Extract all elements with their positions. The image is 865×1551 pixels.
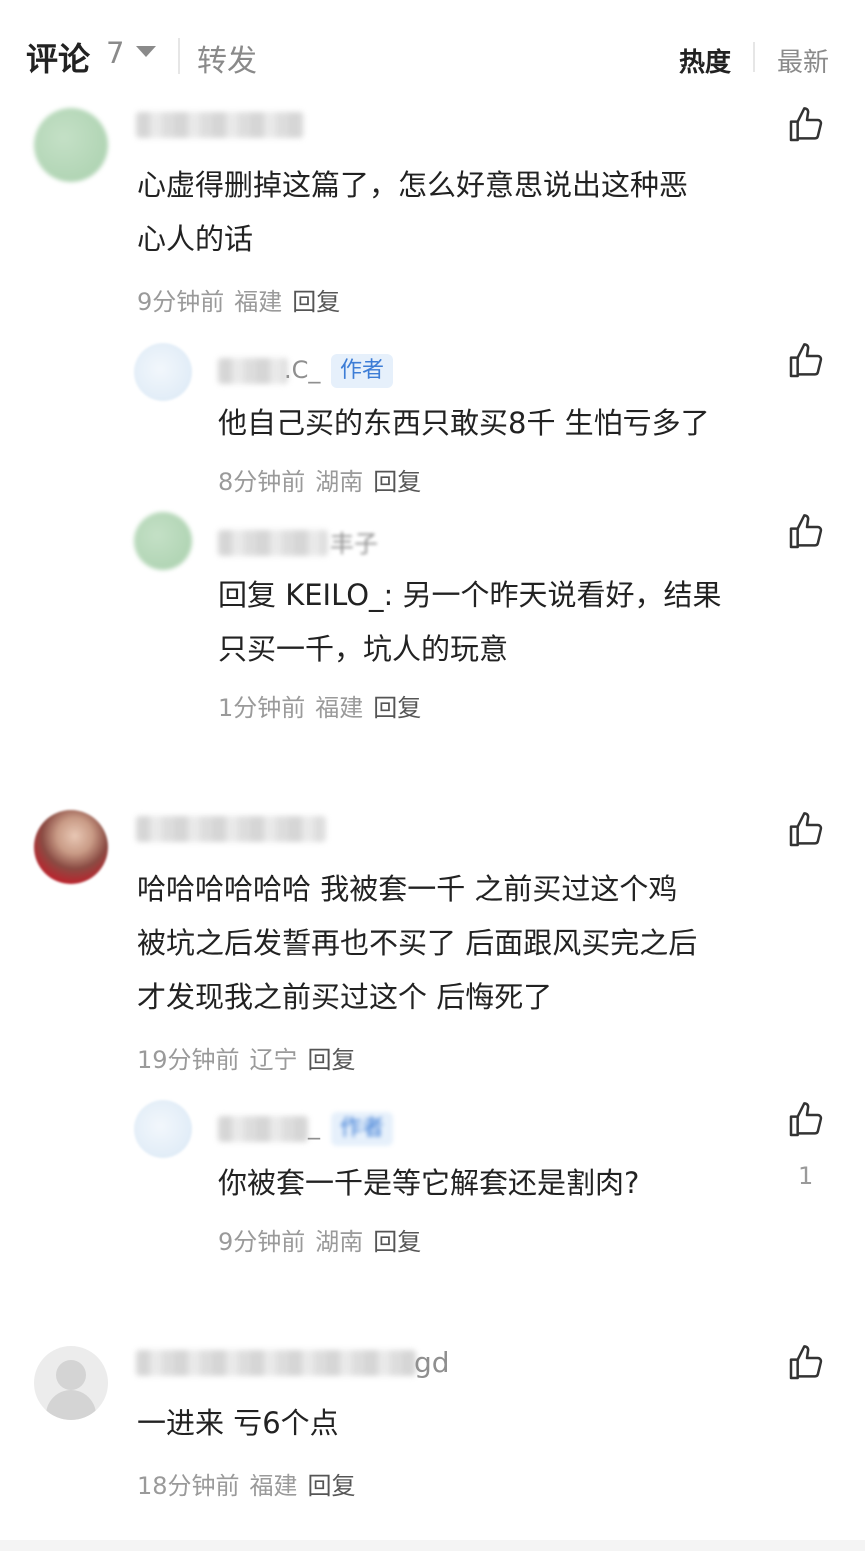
comment-text: 被坑之后发誓再也不买了 后面跟风买完之后: [137, 926, 698, 960]
username-blurred[interactable]: [218, 530, 328, 556]
username-blurred[interactable]: [136, 1350, 416, 1376]
username-suffix: 丰子: [330, 530, 378, 558]
reply-time: 9分钟前: [218, 1228, 306, 1256]
divider: [178, 38, 180, 74]
comment-text: 心虚得删掉这篇了，怎么好意思说出这种恶: [137, 168, 689, 202]
reply-location: 福建: [315, 694, 364, 722]
username-blurred[interactable]: [218, 358, 288, 384]
thumbs-up-icon[interactable]: [786, 512, 826, 552]
divider: [753, 42, 755, 72]
reply-button[interactable]: 回复: [373, 1228, 421, 1256]
reply-location: 湖南: [315, 468, 364, 496]
avatar[interactable]: [134, 1100, 192, 1158]
comment-meta: 19分钟前 辽宁 回复: [137, 1040, 366, 1075]
comments-header: 评论 7 转发 热度 最新: [0, 0, 865, 110]
username-suffix: _: [308, 1112, 320, 1140]
avatar-placeholder-head: [56, 1360, 86, 1390]
reply-meta: 9分钟前 湖南 回复: [218, 1222, 431, 1257]
reply-button[interactable]: 回复: [292, 288, 340, 316]
username-blurred[interactable]: [136, 816, 326, 842]
like-count: 1: [798, 1162, 814, 1190]
reply-time: 8分钟前: [218, 468, 306, 496]
username-blurred[interactable]: [136, 112, 304, 138]
caret-down-icon[interactable]: [136, 46, 156, 57]
thumbs-up-icon[interactable]: [786, 105, 826, 145]
comment-location: 辽宁: [249, 1046, 298, 1074]
reply-text: 回复 KEILO_: 另一个昨天说看好，结果: [218, 578, 722, 612]
reply-text: 只买一千，坑人的玩意: [218, 632, 509, 666]
comment-text: 心人的话: [137, 222, 254, 256]
reply-button[interactable]: 回复: [308, 1046, 356, 1074]
comment-text: 哈哈哈哈哈哈 我被套一千 之前买过这个鸡: [137, 872, 678, 906]
comments-count: 7: [106, 36, 125, 70]
thumbs-up-icon[interactable]: [786, 810, 826, 850]
comment-meta: 9分钟前 福建 回复: [137, 282, 350, 317]
thumbs-up-icon[interactable]: [786, 341, 826, 381]
avatar-placeholder-body: [46, 1390, 96, 1420]
avatar[interactable]: [34, 810, 108, 884]
thumbs-up-icon[interactable]: [786, 1100, 826, 1140]
username-suffix: .C_: [284, 356, 321, 384]
reply-meta: 8分钟前 湖南 回复: [218, 462, 431, 497]
reply-text: 你被套一千是等它解套还是割肉?: [218, 1166, 640, 1200]
username-suffix: gd: [414, 1346, 450, 1379]
comment-location: 福建: [249, 1472, 298, 1500]
reply-location: 湖南: [315, 1228, 364, 1256]
reply-button[interactable]: 回复: [373, 468, 421, 496]
comment-time: 19分钟前: [137, 1046, 240, 1074]
comment-meta: 18分钟前 福建 回复: [137, 1466, 366, 1501]
reply-button[interactable]: 回复: [373, 694, 421, 722]
reply-button[interactable]: 回复: [308, 1472, 356, 1500]
avatar[interactable]: [134, 343, 192, 401]
avatar[interactable]: [34, 108, 108, 182]
comment-location: 福建: [234, 288, 283, 316]
author-badge: 作者: [331, 354, 394, 388]
sort-latest[interactable]: 最新: [777, 42, 829, 79]
avatar[interactable]: [134, 512, 192, 570]
comment-text: 一进来 亏6个点: [137, 1406, 339, 1440]
reply-text: 他自己买的东西只敢买8千 生怕亏多了: [218, 406, 710, 440]
reply-meta: 1分钟前 福建 回复: [218, 688, 431, 723]
comment-text: 才发现我之前买过这个 后悔死了: [137, 980, 553, 1014]
tab-repost[interactable]: 转发: [197, 36, 257, 80]
username-blurred[interactable]: [218, 1116, 308, 1142]
sort-hot[interactable]: 热度: [679, 42, 731, 79]
comment-time: 18分钟前: [137, 1472, 240, 1500]
comment-time: 9分钟前: [137, 288, 225, 316]
tab-comments[interactable]: 评论: [26, 34, 90, 80]
reply-time: 1分钟前: [218, 694, 306, 722]
author-badge: 作者: [331, 1112, 394, 1146]
avatar[interactable]: [34, 1346, 108, 1420]
bottom-divider: [0, 1540, 865, 1551]
thumbs-up-icon[interactable]: [786, 1343, 826, 1383]
